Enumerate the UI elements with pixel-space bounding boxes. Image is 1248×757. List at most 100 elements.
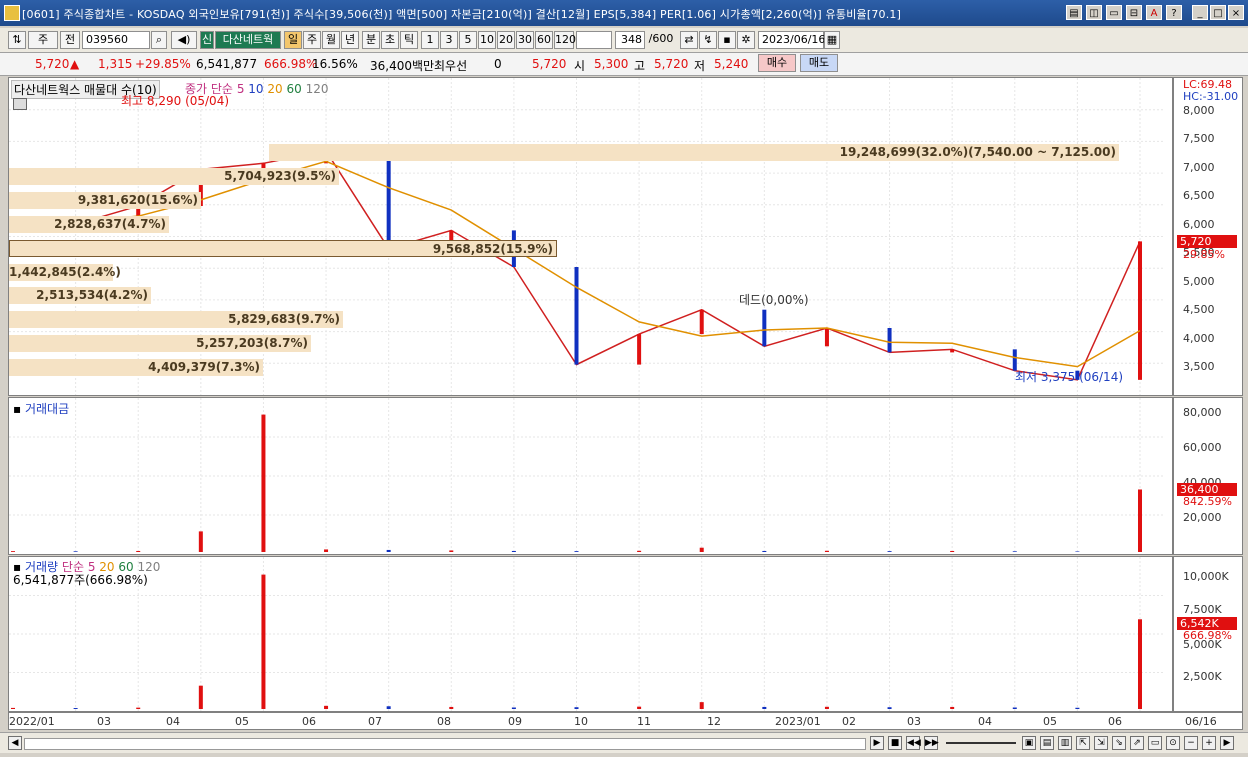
- count-input[interactable]: 348: [615, 31, 645, 49]
- period-month[interactable]: 월: [322, 31, 340, 49]
- play-icon[interactable]: ▶: [870, 736, 884, 750]
- save-icon[interactable]: ▪: [718, 31, 736, 49]
- search-icon[interactable]: ⌕: [151, 31, 167, 49]
- x-label-02: 02: [842, 715, 856, 728]
- volume-bar: [1012, 707, 1017, 709]
- volume-bar: [386, 706, 391, 709]
- period-tick[interactable]: 틱: [400, 31, 418, 49]
- amount-chart: [9, 398, 1164, 554]
- hc-label: HC:-31.00: [1183, 90, 1239, 103]
- volume-pct: 666.98%: [264, 57, 318, 71]
- window-tool-button-4[interactable]: ⊟: [1126, 5, 1142, 20]
- amount-bar: [574, 551, 579, 552]
- buy-button[interactable]: 매수: [758, 54, 796, 72]
- volume-profile-bar-8: 5,829,683(9.7%): [9, 311, 343, 328]
- chart-tool-icon-6[interactable]: ⇘: [1112, 736, 1126, 750]
- custom-interval-input[interactable]: [576, 31, 612, 49]
- volume-bar: [73, 708, 78, 709]
- interval-10[interactable]: 10: [478, 31, 496, 49]
- interval-5[interactable]: 5: [459, 31, 477, 49]
- volume-panel[interactable]: ▪ 거래량 단순 5 20 60 120 6,541,877주(666.98%): [8, 556, 1173, 712]
- market-select[interactable]: 주: [28, 31, 58, 49]
- window-tool-button-5[interactable]: A: [1146, 5, 1162, 20]
- amount-bar: [198, 531, 203, 552]
- interval-1[interactable]: 1: [421, 31, 439, 49]
- stock-code-input[interactable]: 039560: [82, 31, 150, 49]
- price-panel[interactable]: 다산네트웍스 매물대 수(10) 종가 단순 5 10 20 60 120 최고…: [8, 77, 1173, 396]
- price-tick-6000: 6,000: [1183, 218, 1215, 231]
- ma-legend-60: 60: [286, 82, 302, 96]
- scroll-track[interactable]: [24, 738, 866, 750]
- amount-bar: [261, 414, 266, 552]
- zoom-in-icon[interactable]: +: [1202, 736, 1216, 750]
- date-input[interactable]: 2023/06/16: [758, 31, 825, 49]
- sell-button[interactable]: 매도: [800, 54, 838, 72]
- amount-bar: [11, 551, 15, 552]
- ma-legend-10: 10: [248, 82, 264, 96]
- x-label-11: 11: [637, 715, 651, 728]
- period-year[interactable]: 년: [341, 31, 359, 49]
- zoom-reset-icon[interactable]: ⊙: [1166, 736, 1180, 750]
- window-tool-button-3[interactable]: ▭: [1106, 5, 1122, 20]
- period-day[interactable]: 일: [284, 31, 302, 49]
- fast-backward-icon[interactable]: ◀◀: [906, 736, 921, 750]
- gear-icon[interactable]: ✲: [737, 31, 755, 49]
- minimize-button[interactable]: _: [1192, 5, 1208, 20]
- volume-note: 6,541,877주(666.98%): [13, 573, 148, 587]
- amount-bar: [449, 550, 454, 552]
- interval-20[interactable]: 20: [497, 31, 515, 49]
- chart-tool-icon-3[interactable]: ▥: [1058, 736, 1072, 750]
- amount-bar: [762, 550, 767, 552]
- chart-tool-icon-2[interactable]: ▤: [1040, 736, 1054, 750]
- chart-tool-icon-1[interactable]: ▣: [1022, 736, 1036, 750]
- help-button[interactable]: ?: [1166, 5, 1182, 20]
- close-button[interactable]: ×: [1228, 5, 1244, 20]
- fast-forward-icon[interactable]: ▶▶: [924, 736, 939, 750]
- amount-bar: [1012, 551, 1017, 552]
- link-icon[interactable]: ⇅: [8, 31, 26, 49]
- line-chart-icon[interactable]: ↯: [699, 31, 717, 49]
- stop-icon[interactable]: ■: [888, 736, 902, 750]
- arrows-icon[interactable]: ⇄: [680, 31, 698, 49]
- amount-panel[interactable]: ▪ 거래대금: [8, 397, 1173, 555]
- maximize-button[interactable]: □: [1210, 5, 1226, 20]
- period-week[interactable]: 주: [303, 31, 321, 49]
- amount-tick-80000: 80,000: [1183, 406, 1222, 419]
- volume-bar: [1075, 707, 1080, 709]
- volume-tick-7500k: 7,500K: [1183, 603, 1222, 616]
- price-candle: [637, 334, 642, 365]
- interval-3[interactable]: 3: [440, 31, 458, 49]
- price-candle: [887, 328, 892, 353]
- chart-tool-icon-5[interactable]: ⇲: [1094, 736, 1108, 750]
- window-tool-button-1[interactable]: ▤: [1066, 5, 1082, 20]
- chart-tool-icon-4[interactable]: ⇱: [1076, 736, 1090, 750]
- period-minute[interactable]: 분: [362, 31, 380, 49]
- chart-tool-icon-7[interactable]: ⇗: [1130, 736, 1144, 750]
- period-second[interactable]: 초: [381, 31, 399, 49]
- scroll-left-icon[interactable]: ◀: [8, 736, 22, 750]
- amount-bar: [324, 549, 329, 552]
- x-label-last-date: 06/16: [1185, 715, 1217, 728]
- low-price: 5,240: [714, 57, 749, 71]
- prev-button[interactable]: 전: [60, 31, 80, 49]
- scroll-right-icon[interactable]: ▶: [1220, 736, 1234, 750]
- table-icon[interactable]: [13, 98, 27, 110]
- zoom-slider[interactable]: [946, 742, 1016, 744]
- amount-tick-20000: 20,000: [1183, 511, 1222, 524]
- amount-bar: [136, 550, 141, 552]
- x-label-03b: 03: [907, 715, 921, 728]
- turnover-pct: 16.56%: [312, 57, 358, 71]
- interval-30[interactable]: 30: [516, 31, 534, 49]
- window-tool-button-2[interactable]: ◫: [1086, 5, 1102, 20]
- chart-tool-icon-8[interactable]: ▭: [1148, 736, 1162, 750]
- calendar-icon[interactable]: ▦: [824, 31, 840, 49]
- volume-profile-bar-2: 5,704,923(9.5%): [9, 168, 339, 185]
- scroll-bar[interactable]: ◀ ▶ ■ ◀◀ ▶▶ ▣ ▤ ▥ ⇱ ⇲ ⇘ ⇗ ▭ ⊙ − + ▶: [0, 732, 1248, 753]
- interval-120[interactable]: 120: [554, 31, 576, 49]
- zoom-out-icon[interactable]: −: [1184, 736, 1198, 750]
- volume-profile-bar-3: 9,381,620(15.6%): [9, 192, 201, 209]
- price-tick-6500: 6,500: [1183, 189, 1215, 202]
- speaker-icon[interactable]: ◀): [171, 31, 197, 49]
- amount-bar: [950, 550, 955, 552]
- interval-60[interactable]: 60: [535, 31, 553, 49]
